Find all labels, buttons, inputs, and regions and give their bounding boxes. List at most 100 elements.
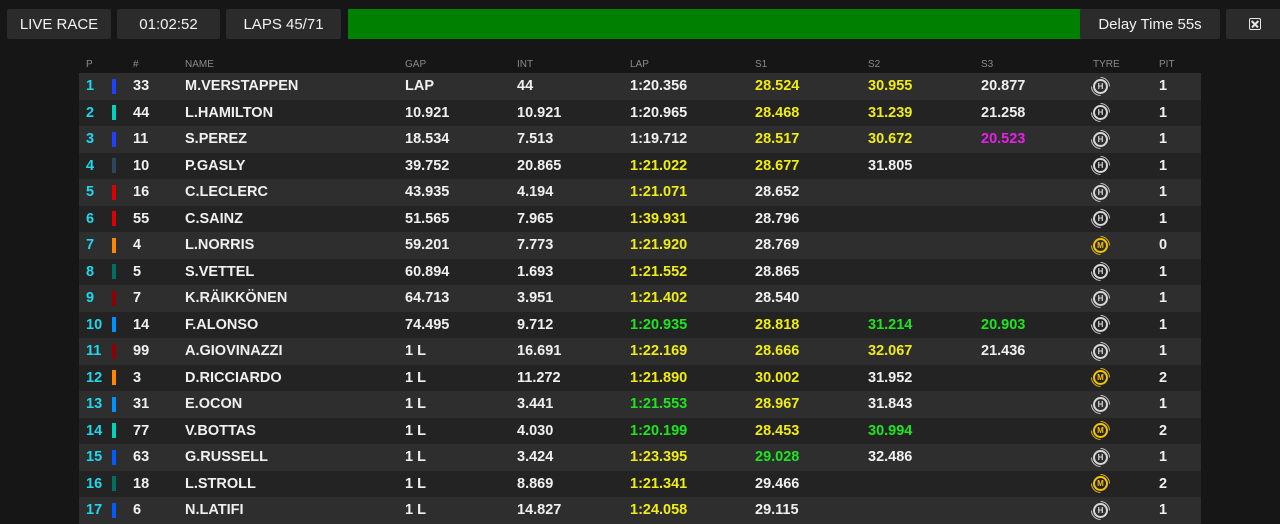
sector-1-cell: 28.468	[755, 104, 800, 121]
sector-3-cell: 21.258	[981, 104, 1026, 121]
table-row[interactable]: 11 99 A.GIOVINAZZI 1 L 16.691 1:22.169 28.666 3…	[79, 338, 1201, 365]
pit-stops-cell: 1	[1159, 263, 1168, 280]
sector-2-cell: 31.952	[868, 369, 913, 386]
header-sector-3: S3	[981, 58, 994, 70]
gap-cell: LAP	[405, 78, 434, 95]
car-number-cell: 10	[133, 157, 150, 174]
team-color-cell	[112, 285, 116, 312]
pit-stops-cell: 1	[1159, 502, 1168, 519]
table-row[interactable]: 14 77 V.BOTTAS 1 L 4.030 1:20.199 28.453 30.994…	[79, 417, 1201, 444]
pit-stops-cell: 0	[1159, 237, 1168, 254]
position-cell: 15	[86, 449, 103, 466]
table-row[interactable]: 9 7 K.RÄIKKÖNEN 64.713 3.951 1:21.402 28.540 H 1	[79, 285, 1201, 312]
sector-1-cell: 28.967	[755, 396, 800, 413]
header-number: #	[133, 58, 139, 70]
interval-cell: 11.272	[517, 369, 561, 386]
sector-2-cell: 30.955	[868, 78, 913, 95]
sector-3-cell: 20.903	[981, 316, 1026, 333]
medium-tyre-icon: M	[1093, 370, 1108, 386]
driver-name-cell: D.RICCIARDO	[185, 369, 282, 386]
team-color-bar	[112, 237, 116, 253]
position-cell: 17	[86, 502, 103, 519]
driver-name-cell: K.RÄIKKÖNEN	[185, 290, 288, 307]
team-color-cell	[112, 259, 116, 286]
driver-name-cell: V.BOTTAS	[185, 422, 256, 439]
position-cell: 16	[86, 475, 103, 492]
team-color-cell	[112, 179, 116, 206]
last-lap-cell: 1:23.395	[630, 449, 688, 466]
table-row[interactable]: 2 44 L.HAMILTON 10.921 10.921 1:20.965 28.468 3…	[79, 99, 1201, 127]
table-row[interactable]: 8 5 S.VETTEL 60.894 1.693 1:21.552 28.865 H 1	[79, 258, 1201, 286]
delay-time-button[interactable]: Delay Time 55s	[1080, 9, 1220, 39]
team-color-cell	[112, 100, 116, 127]
tyre-cell: H	[1093, 206, 1108, 233]
table-row[interactable]: 13 31 E.OCON 1 L 3.441 1:21.553 28.967 31.843 H 1	[79, 391, 1201, 418]
sector-1-cell: 28.677	[755, 157, 800, 174]
interval-cell: 3.441	[517, 396, 554, 413]
table-row[interactable]: 17 6 N.LATIFI 1 L 14.827 1:24.058 29.115 H 1	[79, 497, 1201, 524]
tyre-compound-letter: M	[1097, 373, 1104, 383]
hard-tyre-icon: H	[1093, 396, 1108, 412]
gap-cell: 64.713	[405, 290, 450, 307]
table-row[interactable]: 6 55 C.SAINZ 51.565 7.965 1:39.931 28.796 H 1	[79, 205, 1201, 233]
car-number-cell: 99	[133, 343, 150, 360]
tyre-compound-letter: H	[1097, 399, 1104, 409]
team-color-bar	[112, 370, 116, 386]
tyre-compound-letter: H	[1097, 81, 1104, 91]
last-lap-cell: 1:20.965	[630, 104, 688, 121]
header-interval: INT	[517, 58, 534, 70]
gap-cell: 1 L	[405, 396, 426, 413]
position-cell: 1	[86, 78, 95, 95]
gap-cell: 1 L	[405, 343, 426, 360]
gap-cell: 10.921	[405, 104, 450, 121]
table-row[interactable]: 7 4 L.NORRIS 59.201 7.773 1:21.920 28.769 M 0	[79, 232, 1201, 259]
interval-cell: 7.773	[517, 237, 554, 254]
team-color-cell	[112, 365, 116, 392]
position-cell: 2	[86, 104, 95, 121]
race-progress-bar	[348, 9, 1083, 39]
team-color-bar	[112, 290, 116, 306]
timing-table: P # NAME GAP INT LAP S1 S2 S3 TYRE PIT 1…	[79, 55, 1201, 524]
table-row[interactable]: 5 16 C.LECLERC 43.935 4.194 1:21.071 28.652 H 1	[79, 179, 1201, 206]
tyre-cell: H	[1093, 312, 1108, 339]
car-number-cell: 33	[133, 78, 150, 95]
interval-cell: 44	[517, 78, 534, 95]
sector-1-cell: 28.666	[755, 343, 800, 360]
live-race-button[interactable]: LIVE RACE	[7, 9, 111, 39]
team-color-bar	[112, 343, 116, 359]
position-cell: 5	[86, 184, 95, 201]
tyre-cell: M	[1093, 471, 1108, 498]
last-lap-cell: 1:21.920	[630, 237, 688, 254]
table-body: 1 33 M.VERSTAPPEN LAP 44 1:20.356 28.524 30.955…	[79, 73, 1201, 524]
tyre-compound-letter: H	[1097, 320, 1104, 330]
table-row[interactable]: 15 63 G.RUSSELL 1 L 3.424 1:23.395 29.028 32.48…	[79, 444, 1201, 471]
table-row[interactable]: 4 10 P.GASLY 39.752 20.865 1:21.022 28.677 31.8…	[79, 152, 1201, 179]
pit-stops-cell: 1	[1159, 290, 1168, 307]
medium-tyre-icon: M	[1093, 476, 1108, 492]
interval-cell: 3.951	[517, 290, 554, 307]
last-lap-cell: 1:20.935	[630, 316, 688, 333]
car-number-cell: 14	[133, 316, 150, 333]
sector-1-cell: 29.028	[755, 449, 800, 466]
sector-1-cell: 28.769	[755, 237, 800, 254]
tyre-compound-letter: H	[1097, 267, 1104, 277]
close-button[interactable]	[1226, 9, 1280, 39]
team-color-bar	[112, 211, 116, 227]
pit-stops-cell: 1	[1159, 131, 1168, 148]
table-row[interactable]: 16 18 L.STROLL 1 L 8.869 1:21.341 29.466 M 2	[79, 470, 1201, 498]
gap-cell: 39.752	[405, 157, 450, 174]
pit-stops-cell: 1	[1159, 316, 1168, 333]
pit-stops-cell: 1	[1159, 449, 1168, 466]
sector-2-cell: 31.843	[868, 396, 913, 413]
interval-cell: 16.691	[517, 343, 562, 360]
table-row[interactable]: 12 3 D.RICCIARDO 1 L 11.272 1:21.890 30.002 31.…	[79, 364, 1201, 392]
tyre-cell: M	[1093, 232, 1108, 259]
car-number-cell: 31	[133, 396, 150, 413]
car-number-cell: 63	[133, 449, 150, 466]
gap-cell: 51.565	[405, 210, 450, 227]
lap-counter: LAPS 45/71	[226, 9, 341, 39]
pit-stops-cell: 1	[1159, 184, 1168, 201]
table-row[interactable]: 1 33 M.VERSTAPPEN LAP 44 1:20.356 28.524 30.955…	[79, 73, 1201, 100]
table-row[interactable]: 10 14 F.ALONSO 74.495 9.712 1:20.935 28.818 31.…	[79, 311, 1201, 339]
table-row[interactable]: 3 11 S.PEREZ 18.534 7.513 1:19.712 28.517 30.67…	[79, 126, 1201, 153]
